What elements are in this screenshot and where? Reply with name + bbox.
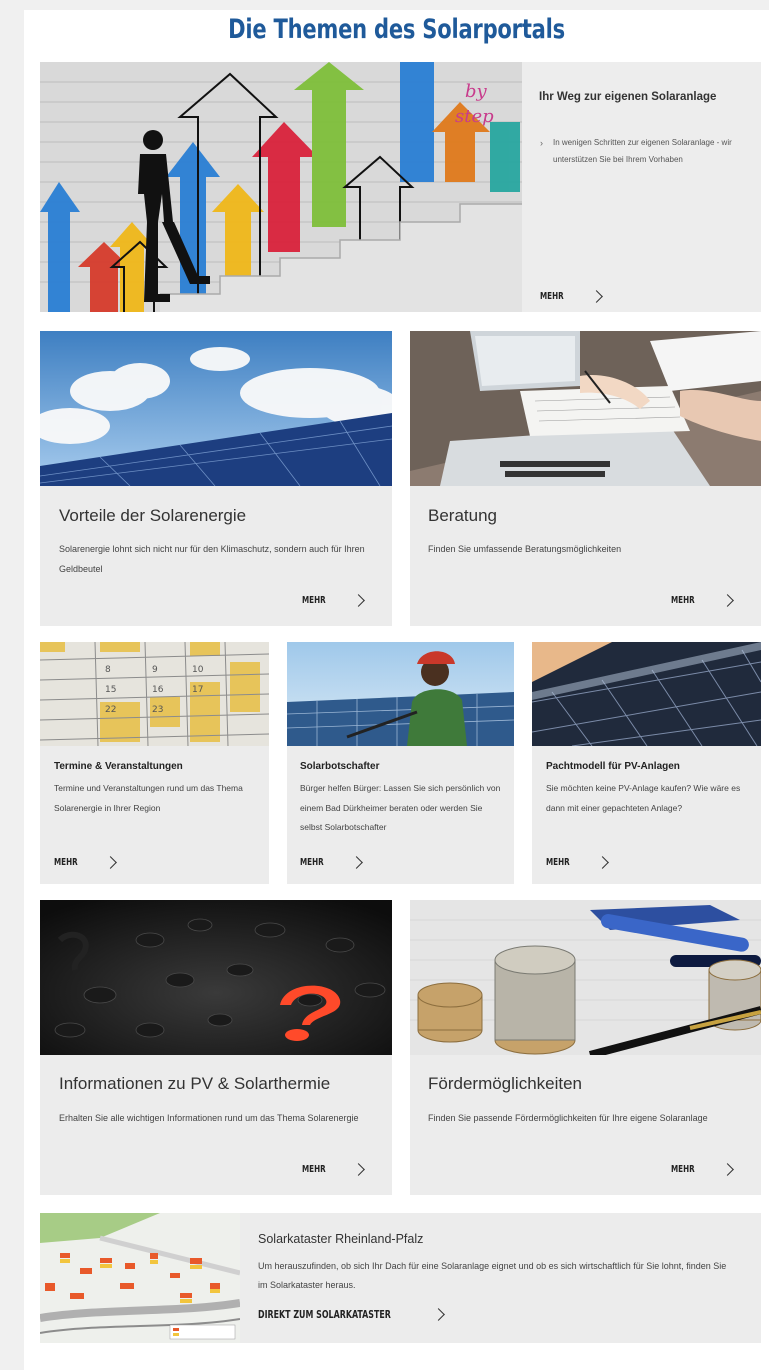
termine-card[interactable]: 8 9 15 16 22 23 10 17 Termine & Veranstaltunge…	[40, 642, 269, 884]
page-title: Die Themen des Solarportals	[228, 14, 565, 45]
foerder-text: Finden Sie passende Fördermöglichkeiten …	[428, 1113, 708, 1123]
kataster-map-image	[40, 1213, 240, 1343]
termine-text: Termine und Veranstaltungen rund um das …	[54, 783, 243, 813]
botschafter-text: Bürger helfen Bürger: Lassen Sie sich pe…	[300, 783, 501, 832]
chevron-right-icon	[595, 856, 609, 869]
foerder-more-link[interactable]: MEHR	[671, 1163, 734, 1176]
pacht-more-link[interactable]: MEHR	[546, 856, 609, 869]
vorteile-image	[40, 331, 392, 486]
chevron-right-icon	[720, 1163, 734, 1176]
svg-text:23: 23	[152, 705, 163, 715]
chevron-right-icon	[720, 594, 734, 607]
svg-text:8: 8	[105, 665, 111, 675]
botschafter-image	[287, 642, 514, 746]
chevron-right-icon	[432, 1308, 445, 1321]
foerder-image	[410, 900, 761, 1055]
page: Die Themen des Solarportals by step Ihr …	[24, 10, 769, 1370]
chevron-right-icon	[349, 856, 363, 869]
chevron-right-icon	[589, 290, 603, 303]
kataster-link-label: DIREKT ZUM SOLARKATASTER	[258, 1308, 391, 1321]
vorteile-card[interactable]: Vorteile der Solarenergie Solarenergie l…	[40, 331, 392, 626]
svg-text:9: 9	[152, 665, 158, 675]
pacht-image	[532, 642, 761, 746]
info-title: Informationen zu PV & Solarthermie	[59, 1074, 331, 1093]
foerder-title: Fördermöglichkeiten	[428, 1074, 583, 1093]
beratung-title: Beratung	[428, 506, 497, 525]
svg-text:16: 16	[152, 685, 164, 695]
beratung-card[interactable]: Beratung Finden Sie umfassende Beratungs…	[410, 331, 761, 626]
hero-card[interactable]: by step Ihr Weg zur eigenen Solaranlage …	[40, 62, 761, 312]
pacht-text: Sie möchten keine PV-Anlage kaufen? Wie …	[546, 783, 741, 813]
svg-text:step: step	[455, 106, 494, 127]
hero-bullet-text: In wenigen Schritten zur eigenen Solaran…	[553, 138, 732, 164]
termine-image: 8 9 15 16 22 23 10 17	[40, 642, 269, 746]
chevron-right-icon	[351, 1163, 365, 1176]
kataster-text: Um herauszufinden, ob sich Ihr Dach für …	[258, 1261, 727, 1290]
hero-bullet-icon: ›	[540, 138, 543, 148]
svg-text:10: 10	[192, 665, 204, 675]
beratung-text: Finden Sie umfassende Beratungsmöglichke…	[428, 544, 622, 554]
pacht-title: Pachtmodell für PV-Anlagen	[546, 761, 680, 772]
svg-text:22: 22	[105, 705, 116, 715]
botschafter-title: Solarbotschafter	[300, 761, 380, 772]
hero-image-text: by	[465, 81, 488, 102]
vorteile-text: Solarenergie lohnt sich nicht nur für de…	[59, 544, 365, 574]
beratung-more-link[interactable]: MEHR	[671, 594, 734, 607]
termine-more-link[interactable]: MEHR	[54, 856, 117, 869]
info-card[interactable]: Informationen zu PV & Solarthermie Erhal…	[40, 900, 392, 1195]
chevron-right-icon	[103, 856, 117, 869]
termine-title: Termine & Veranstaltungen	[54, 761, 183, 772]
vorteile-more-link[interactable]: MEHR	[302, 594, 365, 607]
hero-image: by step	[40, 62, 522, 312]
info-image	[40, 900, 392, 1055]
svg-text:17: 17	[192, 685, 203, 695]
hero-title: Ihr Weg zur eigenen Solaranlage	[539, 91, 717, 103]
more-label: MEHR	[540, 291, 564, 302]
info-more-link[interactable]: MEHR	[302, 1163, 365, 1176]
kataster-title: Solarkataster Rheinland-Pfalz	[258, 1232, 424, 1246]
botschafter-more-link[interactable]: MEHR	[300, 856, 363, 869]
kataster-link[interactable]: DIREKT ZUM SOLARKATASTER	[258, 1308, 445, 1321]
svg-text:15: 15	[105, 685, 116, 695]
botschafter-card[interactable]: Solarbotschafter Bürger helfen Bürger: L…	[287, 642, 514, 884]
kataster-card[interactable]: Solarkataster Rheinland-Pfalz Um herausz…	[40, 1213, 761, 1343]
info-text: Erhalten Sie alle wichtigen Informatione…	[59, 1113, 359, 1123]
foerder-card[interactable]: Fördermöglichkeiten Finden Sie passende …	[410, 900, 761, 1195]
beratung-image	[410, 331, 761, 486]
pacht-card[interactable]: Pachtmodell für PV-Anlagen Sie möchten k…	[532, 642, 761, 884]
hero-more-link[interactable]: MEHR	[540, 290, 603, 303]
chevron-right-icon	[351, 594, 365, 607]
vorteile-title: Vorteile der Solarenergie	[59, 506, 247, 525]
